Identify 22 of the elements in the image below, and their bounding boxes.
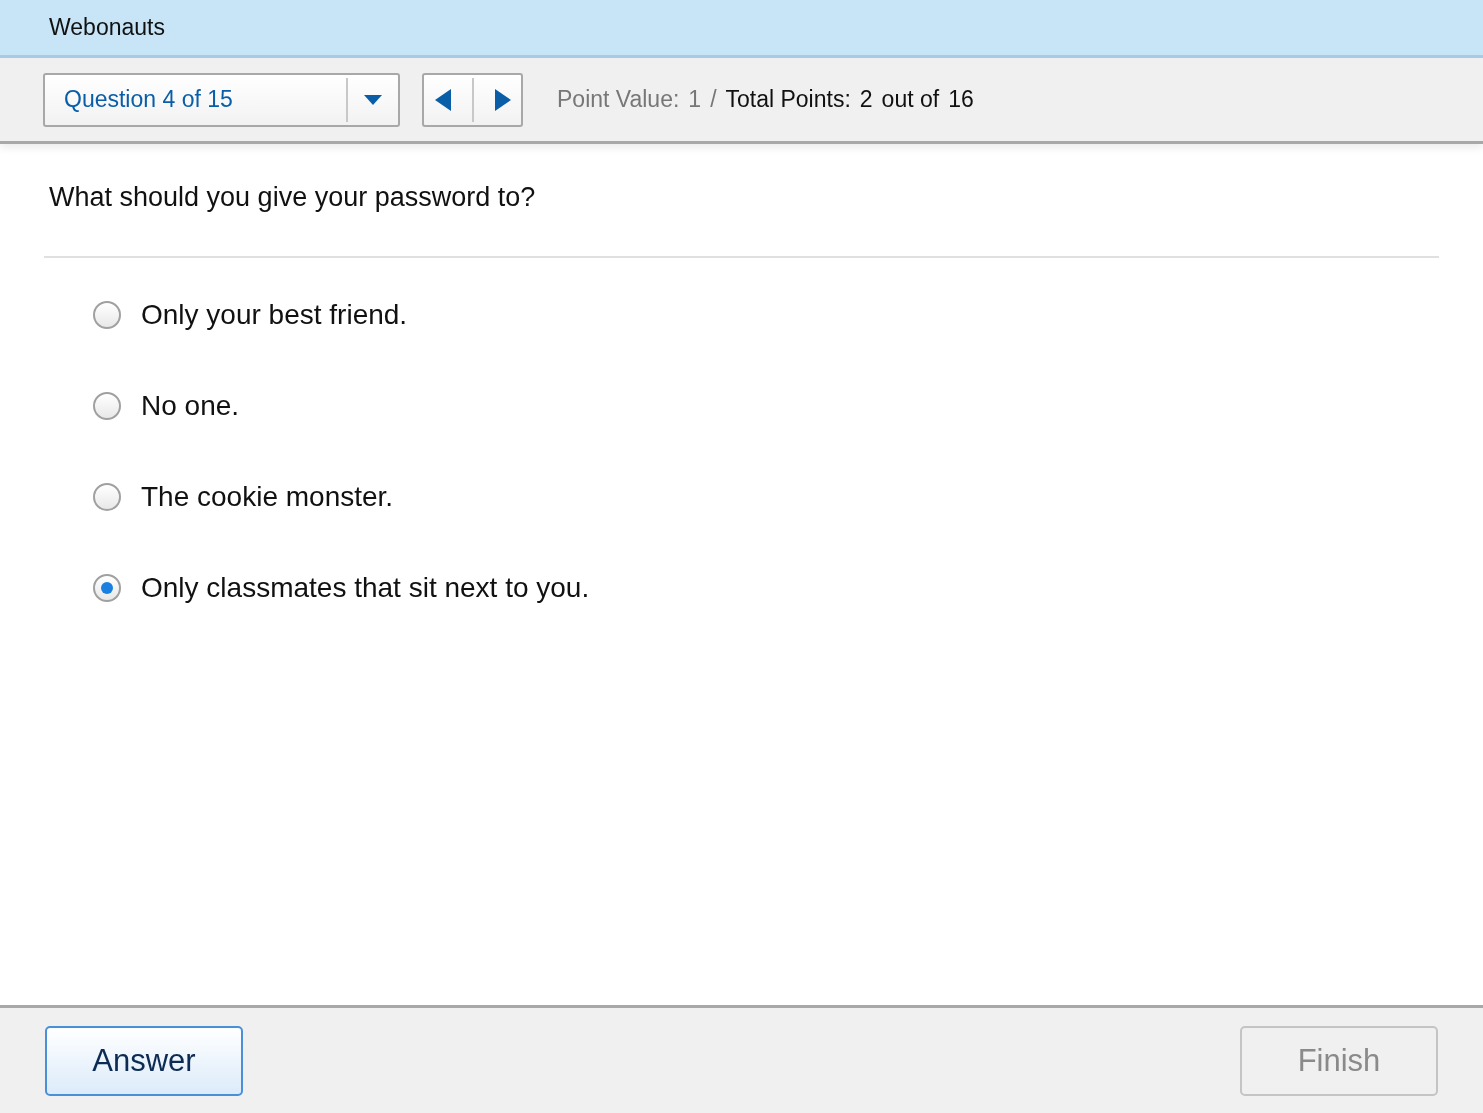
radio-button[interactable]	[93, 301, 121, 329]
option-label[interactable]: Only classmates that sit next to you.	[141, 572, 590, 604]
points-text: Total Points:	[725, 86, 851, 113]
points-text: 2	[859, 86, 873, 113]
caret-icon	[364, 94, 382, 105]
points-text: /	[710, 86, 717, 113]
option-label[interactable]: The cookie monster.	[141, 481, 394, 513]
app-title: Webonauts	[49, 14, 165, 41]
points-text: Point Value:	[557, 86, 680, 113]
points-text: out of	[881, 86, 940, 113]
radio-button[interactable]	[93, 392, 121, 420]
action-button[interactable]: Answer	[45, 1025, 243, 1096]
option-label[interactable]: No one.	[141, 390, 240, 422]
question-dropdown[interactable]: Question 4 of 15	[43, 72, 400, 127]
option-label[interactable]: Only your best friend.	[141, 299, 408, 331]
points-text: 1	[688, 86, 702, 113]
previous-icon[interactable]	[434, 88, 451, 111]
radio-button[interactable]	[93, 483, 121, 511]
points-text: 16	[948, 86, 974, 113]
next-icon[interactable]	[494, 88, 511, 111]
question-text: What should you give your password to?	[48, 181, 537, 214]
radio-button[interactable]	[93, 574, 121, 602]
